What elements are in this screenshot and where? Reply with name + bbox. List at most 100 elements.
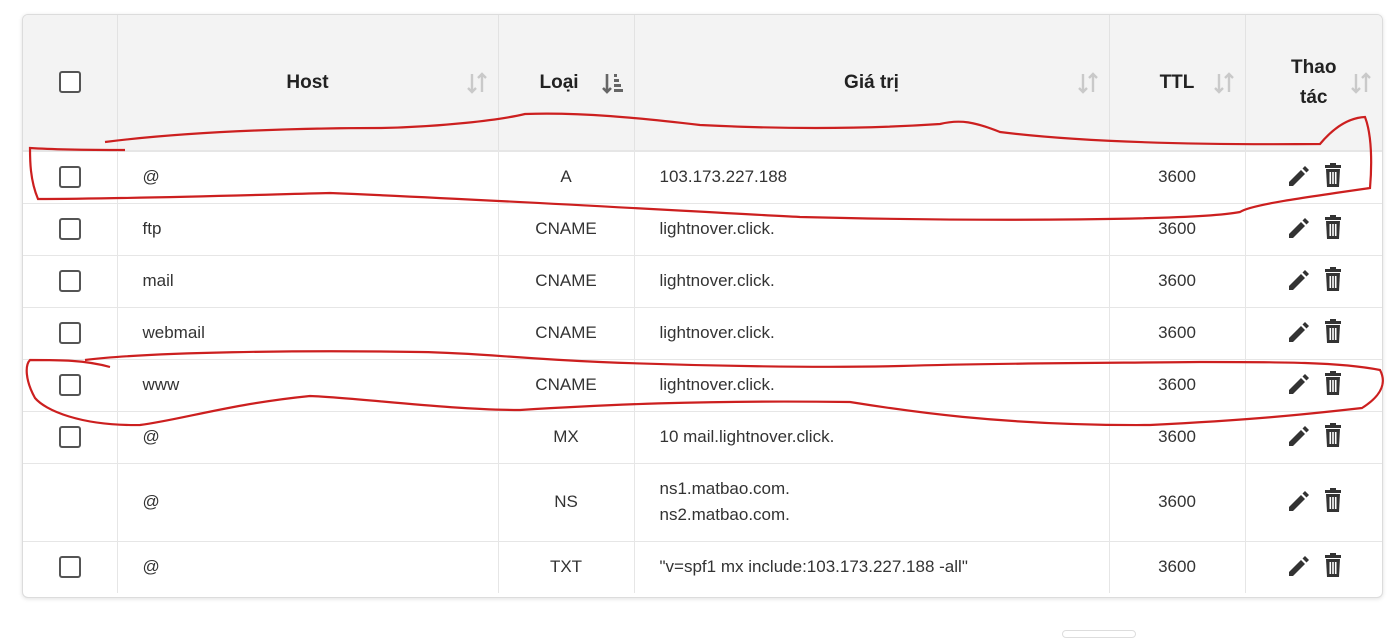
column-header-host[interactable]: Host (117, 15, 499, 152)
trash-icon[interactable] (1323, 214, 1343, 245)
value-text: ns1.matbao.com. (659, 479, 790, 498)
select-all-header (23, 15, 118, 152)
ttl-cell: 3600 (1109, 307, 1246, 360)
value-cell: 103.173.227.188 (634, 151, 1110, 204)
table-row: @ MX 10 mail.lightnover.click. 3600 (23, 411, 1382, 464)
value-text: lightnover.click. (659, 271, 775, 290)
value-cell: lightnover.click. (634, 203, 1110, 256)
value-text: 10 mail.lightnover.click. (659, 427, 835, 446)
trash-icon[interactable] (1323, 318, 1343, 349)
table-row: mail CNAME lightnover.click. 3600 (23, 255, 1382, 308)
actions-cell (1245, 541, 1382, 593)
type-cell: TXT (498, 541, 635, 593)
row-select-cell (23, 463, 118, 542)
dns-records-table: Host Loại Giá trị TTL Thao tác @ A 103.1… (23, 15, 1382, 593)
ttl-cell: 3600 (1109, 411, 1246, 464)
pagination-fragment (1062, 630, 1136, 638)
value-text: lightnover.click. (659, 323, 775, 342)
type-cell: MX (498, 411, 635, 464)
row-checkbox[interactable] (58, 218, 81, 240)
value-text: 103.173.227.188 (659, 167, 788, 187)
ttl-cell: 3600 (1109, 151, 1246, 204)
type-cell: CNAME (498, 359, 635, 412)
select-all-checkbox[interactable] (58, 71, 81, 94)
column-header-type[interactable]: Loại (498, 15, 635, 152)
table-header-row: Host Loại Giá trị TTL Thao tác (23, 15, 1382, 152)
ttl-cell: 3600 (1109, 463, 1246, 542)
trash-icon[interactable] (1323, 266, 1343, 297)
actions-cell (1245, 359, 1382, 412)
host-cell: @ (117, 151, 499, 204)
row-checkbox[interactable] (58, 556, 81, 579)
value-cell: lightnover.click. (634, 307, 1110, 360)
value-cell: ns1.matbao.com. ns2.matbao.com. (634, 463, 1110, 542)
sort-arrows-icon[interactable] (1350, 71, 1372, 95)
row-select-cell (23, 541, 118, 593)
actions-cell (1245, 307, 1382, 360)
pencil-icon[interactable] (1285, 487, 1311, 518)
row-checkbox[interactable] (58, 374, 81, 396)
table-row: ftp CNAME lightnover.click. 3600 (23, 203, 1382, 256)
row-checkbox[interactable] (58, 426, 81, 448)
actions-cell (1245, 255, 1382, 308)
dns-records-card: Host Loại Giá trị TTL Thao tác @ A 103.1… (22, 14, 1383, 598)
sort-arrows-icon[interactable] (466, 71, 488, 95)
table-row: @ A 103.173.227.188 3600 (23, 151, 1382, 204)
ttl-cell: 3600 (1109, 203, 1246, 256)
ttl-cell: 3600 (1109, 359, 1246, 412)
pencil-icon[interactable] (1285, 266, 1311, 297)
ttl-cell: 3600 (1109, 255, 1246, 308)
sort-amount-down-icon[interactable] (601, 71, 624, 95)
row-select-cell (23, 359, 118, 412)
table-row: @ NS ns1.matbao.com. ns2.matbao.com. 3600 (23, 463, 1382, 542)
row-checkbox[interactable] (58, 166, 81, 189)
row-select-cell (23, 203, 118, 256)
value-cell: lightnover.click. (634, 255, 1110, 308)
value-text-2: ns2.matbao.com. (659, 505, 790, 524)
trash-icon[interactable] (1323, 487, 1343, 518)
column-header-ttl[interactable]: TTL (1109, 15, 1246, 152)
pencil-icon[interactable] (1285, 162, 1311, 193)
actions-cell (1245, 463, 1382, 542)
column-header-actions[interactable]: Thao tác (1245, 15, 1382, 152)
value-cell: "v=spf1 mx include:103.173.227.188 -all" (634, 541, 1110, 593)
table-row: webmail CNAME lightnover.click. 3600 (23, 307, 1382, 360)
value-text: lightnover.click. (659, 375, 775, 394)
table-row: @ TXT "v=spf1 mx include:103.173.227.188 -… (23, 541, 1382, 593)
pencil-icon[interactable] (1285, 318, 1311, 349)
pencil-icon[interactable] (1285, 214, 1311, 245)
value-cell: 10 mail.lightnover.click. (634, 411, 1110, 464)
actions-cell (1245, 411, 1382, 464)
sort-arrows-icon[interactable] (1077, 71, 1099, 95)
actions-cell (1245, 151, 1382, 204)
pencil-icon[interactable] (1285, 370, 1311, 401)
column-header-host-label: Host (286, 71, 329, 93)
column-header-ttl-label: TTL (1159, 71, 1195, 93)
type-cell: A (498, 151, 635, 204)
column-header-value[interactable]: Giá trị (634, 15, 1110, 152)
trash-icon[interactable] (1323, 162, 1343, 193)
trash-icon[interactable] (1323, 370, 1343, 401)
row-checkbox[interactable] (58, 270, 81, 292)
table-row: www CNAME lightnover.click. 3600 (23, 359, 1382, 412)
column-header-value-label: Giá trị (844, 71, 899, 93)
type-cell: CNAME (498, 307, 635, 360)
host-cell: @ (117, 463, 499, 542)
host-cell: @ (117, 411, 499, 464)
row-select-cell (23, 151, 118, 204)
actions-cell (1245, 203, 1382, 256)
host-cell: @ (117, 541, 499, 593)
type-cell: CNAME (498, 255, 635, 308)
value-text: lightnover.click. (659, 219, 775, 238)
sort-arrows-icon[interactable] (1213, 71, 1235, 95)
row-select-cell (23, 411, 118, 464)
row-checkbox[interactable] (58, 322, 81, 344)
pencil-icon[interactable] (1285, 422, 1311, 453)
pencil-icon[interactable] (1285, 552, 1311, 583)
value-text: "v=spf1 mx include:103.173.227.188 -all" (659, 557, 968, 577)
host-cell: mail (117, 255, 499, 308)
column-header-type-label: Loại (539, 71, 579, 93)
trash-icon[interactable] (1323, 552, 1343, 583)
trash-icon[interactable] (1323, 422, 1343, 453)
host-cell: ftp (117, 203, 499, 256)
